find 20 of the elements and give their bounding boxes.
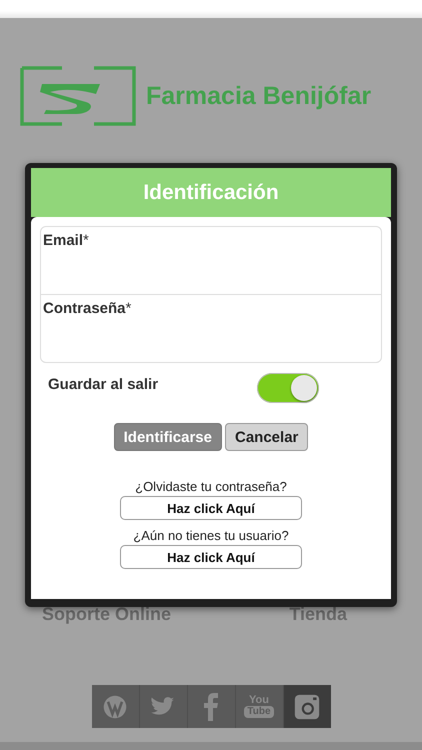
dialog-title: Identificación	[31, 168, 391, 217]
brand-name: Farmacia Benijófar	[146, 82, 372, 110]
logo-icon	[20, 66, 136, 126]
click-here-button[interactable]: Haz click Aquí	[120, 496, 302, 520]
cancel-button[interactable]: Cancelar	[225, 423, 308, 451]
prompt-text: ¿Aún no tienes tu usuario?	[133, 528, 289, 543]
twitter-button[interactable]	[140, 685, 188, 728]
wordpress-button[interactable]	[92, 685, 140, 728]
prompt-text: ¿Olvidaste tu contraseña?	[135, 479, 287, 494]
camera-icon	[294, 694, 320, 720]
instagram-button[interactable]	[284, 685, 330, 728]
login-button[interactable]: Identificarse	[114, 423, 222, 451]
wordpress-icon	[102, 694, 128, 720]
remember-label: Guardar al salir	[48, 376, 158, 392]
input-field[interactable]: Contraseña*	[41, 294, 381, 362]
toggle-switch[interactable]	[257, 373, 319, 403]
click-here-button[interactable]: Haz click Aquí	[120, 545, 302, 569]
facebook-button[interactable]	[188, 685, 236, 728]
input-field[interactable]: Email*	[41, 227, 381, 294]
facebook-icon	[204, 692, 218, 720]
